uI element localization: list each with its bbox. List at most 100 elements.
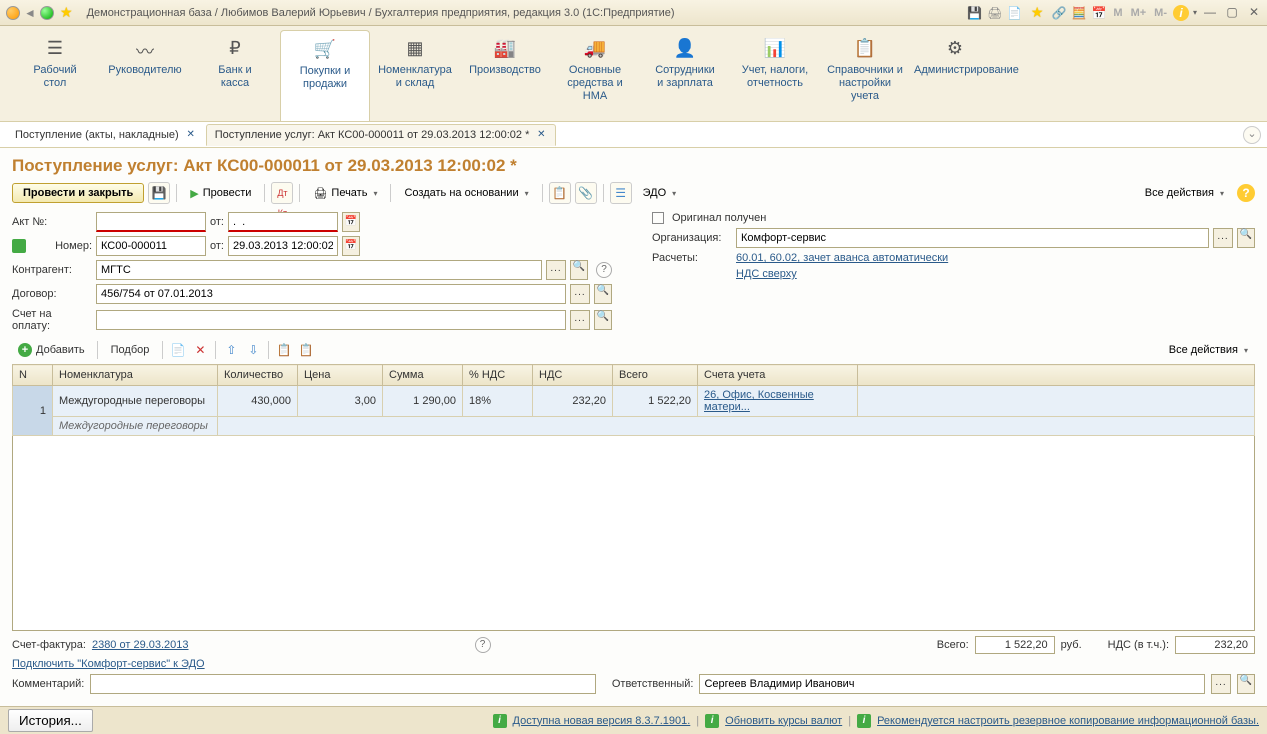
m-minus-icon[interactable]: M-: [1154, 7, 1167, 19]
help-icon[interactable]: ?: [475, 637, 491, 653]
ribbon-refs[interactable]: 📋Справочники и настройки учета: [820, 30, 910, 121]
m-plus-icon[interactable]: M+: [1131, 7, 1147, 19]
akt-date-input[interactable]: [228, 212, 338, 232]
post-close-button[interactable]: Провести и закрыть: [12, 183, 144, 203]
search-icon[interactable]: 🔍: [570, 260, 588, 280]
comment-input[interactable]: [90, 674, 596, 694]
search-icon[interactable]: 🔍: [1237, 674, 1255, 694]
invoice-fact-link[interactable]: 2380 от 29.03.2013: [92, 639, 189, 651]
col-vatpct[interactable]: % НДС: [463, 365, 533, 386]
date-input[interactable]: [228, 236, 338, 256]
col-accounts[interactable]: Счета учета: [698, 365, 858, 386]
save-button[interactable]: 💾: [148, 182, 170, 204]
ribbon-admin[interactable]: ⚙Администрирование: [910, 30, 1000, 121]
edo-connect-link[interactable]: Подключить "Комфорт-сервис" к ЭДО: [12, 658, 205, 670]
invoice-input[interactable]: [96, 310, 566, 330]
vat-link[interactable]: НДС сверху: [736, 268, 797, 280]
ribbon-stock[interactable]: ▦Номенклатура и склад: [370, 30, 460, 121]
save-icon[interactable]: 💾: [967, 5, 983, 21]
tab-close-icon[interactable]: ✕: [535, 129, 547, 141]
close-icon[interactable]: ✕: [1245, 5, 1263, 21]
history-button[interactable]: История...: [8, 709, 93, 732]
add-button[interactable]: +Добавить: [12, 341, 91, 359]
back-icon[interactable]: ◄: [22, 5, 38, 21]
search-icon[interactable]: 🔍: [1237, 228, 1255, 248]
help-icon[interactable]: ?: [596, 262, 612, 278]
original-checkbox[interactable]: [652, 212, 664, 224]
tab-close-icon[interactable]: ✕: [185, 129, 197, 141]
link-icon[interactable]: 🔗: [1051, 5, 1067, 21]
m-icon[interactable]: M: [1113, 7, 1122, 19]
col-price[interactable]: Цена: [298, 365, 383, 386]
up-icon[interactable]: ⇧: [222, 341, 240, 359]
paste-icon[interactable]: 📋: [275, 341, 293, 359]
post-button[interactable]: ▶Провести: [183, 183, 258, 204]
ellipsis-button[interactable]: ...: [1211, 674, 1231, 694]
ribbon-sales[interactable]: 🛒Покупки и продажи: [280, 30, 370, 121]
favorites-icon[interactable]: ★: [60, 4, 73, 21]
file-button[interactable]: 📋: [549, 182, 571, 204]
all-actions-button[interactable]: Все действия▾: [1138, 183, 1231, 203]
ellipsis-button[interactable]: ...: [570, 284, 590, 304]
ellipsis-button[interactable]: ...: [570, 310, 590, 330]
search-icon[interactable]: 🔍: [594, 310, 612, 330]
print-button[interactable]: 🖨Печать▾: [306, 183, 384, 204]
col-vat[interactable]: НДС: [533, 365, 613, 386]
table-row-sub[interactable]: Междугородные переговоры: [13, 417, 1255, 436]
table-body-empty[interactable]: [12, 436, 1255, 631]
delete-icon[interactable]: ✕: [191, 341, 209, 359]
dt-kt-button[interactable]: ДтКт: [271, 182, 293, 204]
ribbon-desktop[interactable]: ☰Рабочий стол: [10, 30, 100, 121]
ribbon-bank[interactable]: ₽Банк и касса: [190, 30, 280, 121]
paste2-icon[interactable]: 📋: [297, 341, 315, 359]
search-icon[interactable]: 🔍: [594, 284, 612, 304]
tab-receipts[interactable]: Поступление (акты, накладные) ✕: [6, 124, 206, 146]
edo-button[interactable]: ЭДО▾: [636, 183, 684, 203]
ellipsis-button[interactable]: ...: [546, 260, 566, 280]
ellipsis-button[interactable]: ...: [1213, 228, 1233, 248]
org-input[interactable]: [736, 228, 1209, 248]
date-picker-icon[interactable]: 📅: [342, 212, 360, 232]
ribbon-reports[interactable]: 📊Учет, налоги, отчетность: [730, 30, 820, 121]
col-n[interactable]: N: [13, 365, 53, 386]
counterparty-input[interactable]: [96, 260, 542, 280]
select-button[interactable]: Подбор: [104, 340, 157, 360]
minimize-icon[interactable]: —: [1201, 5, 1219, 21]
copy-icon[interactable]: 📄: [169, 341, 187, 359]
col-qty[interactable]: Количество: [218, 365, 298, 386]
doc-icon[interactable]: 📄: [1007, 5, 1023, 21]
status-version[interactable]: Доступна новая версия 8.3.7.1901.: [513, 715, 691, 727]
ribbon-manager[interactable]: 〰Руководителю: [100, 30, 190, 121]
accounts-link[interactable]: 26, Офис, Косвенные матери...: [704, 389, 814, 413]
help-icon[interactable]: ?: [1237, 184, 1255, 202]
table-row[interactable]: 1 Междугородные переговоры 430,000 3,00 …: [13, 386, 1255, 417]
calc-link[interactable]: 60.01, 60.02, зачет аванса автоматически: [736, 252, 948, 264]
col-nomenclature[interactable]: Номенклатура: [53, 365, 218, 386]
ribbon-assets[interactable]: 🚚Основные средства и НМА: [550, 30, 640, 121]
calendar-icon[interactable]: 📅: [1091, 5, 1107, 21]
forward-icon[interactable]: [40, 6, 54, 20]
calc-icon[interactable]: 🧮: [1071, 5, 1087, 21]
down-icon[interactable]: ⇩: [244, 341, 262, 359]
star-icon[interactable]: ★: [1031, 4, 1044, 21]
contract-input[interactable]: [96, 284, 566, 304]
date-picker-icon[interactable]: 📅: [342, 236, 360, 256]
create-based-button[interactable]: Создать на основании▾: [397, 183, 535, 203]
col-total[interactable]: Всего: [613, 365, 698, 386]
tab-receipt-act[interactable]: Поступление услуг: Акт КС00-000011 от 29…: [206, 124, 557, 146]
list-button[interactable]: ☰: [610, 182, 632, 204]
info-icon[interactable]: i: [1173, 5, 1189, 21]
maximize-icon[interactable]: ▢: [1223, 5, 1241, 21]
ribbon-hr[interactable]: 👤Сотрудники и зарплата: [640, 30, 730, 121]
attach-button[interactable]: 📎: [575, 182, 597, 204]
responsible-input[interactable]: [699, 674, 1205, 694]
number-input[interactable]: [96, 236, 206, 256]
tab-expand-icon[interactable]: ⌄: [1243, 126, 1261, 144]
status-backup[interactable]: Рекомендуется настроить резервное копиро…: [877, 715, 1259, 727]
col-sum[interactable]: Сумма: [383, 365, 463, 386]
ribbon-production[interactable]: 🏭Производство: [460, 30, 550, 121]
akt-number-input[interactable]: [96, 212, 206, 232]
table-all-actions-button[interactable]: Все действия▾: [1162, 340, 1255, 360]
status-rates[interactable]: Обновить курсы валют: [725, 715, 842, 727]
print-icon[interactable]: 🖨: [987, 5, 1003, 21]
